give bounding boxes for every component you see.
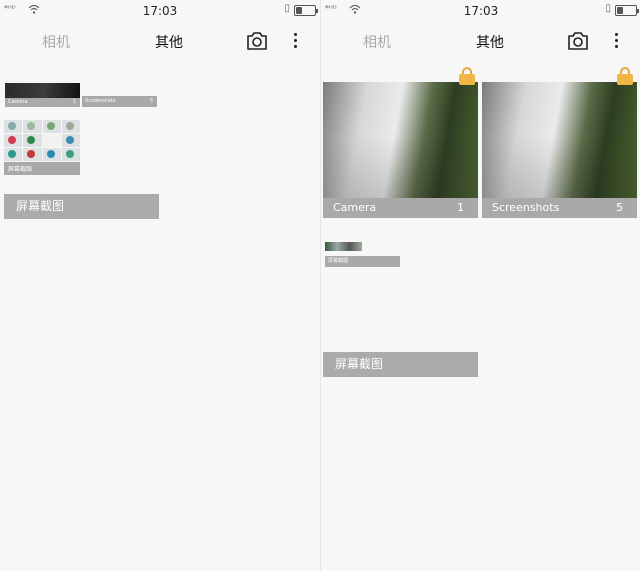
mini-album-count: 5 bbox=[149, 98, 153, 104]
screenshot-caption: 屏幕截图 bbox=[8, 166, 33, 173]
toolbar: 相机 其他 bbox=[0, 22, 320, 60]
vibrate-icon: ▯ bbox=[284, 3, 290, 14]
thumb-cell bbox=[61, 148, 80, 161]
small-screenshot-preview[interactable]: 屏幕截图 bbox=[325, 242, 400, 267]
tab-other[interactable]: 其他 bbox=[155, 32, 183, 52]
thumb-cell: 屏幕截图 bbox=[4, 162, 80, 175]
album-count: 5 bbox=[616, 201, 623, 214]
lock-icon bbox=[617, 67, 633, 85]
status-bar: *ᴴᴰ 17:03 ▯ bbox=[321, 0, 640, 22]
thumb-cell bbox=[42, 134, 61, 147]
thumb-cell bbox=[4, 148, 23, 161]
thumb-cell bbox=[23, 134, 42, 147]
right-screen: *ᴴᴰ 17:03 ▯ 相机 其他 Camera 1 Screenshots 5… bbox=[320, 0, 640, 571]
mini-album-screenshots[interactable]: Screenshots 5 bbox=[82, 96, 157, 107]
preview-image bbox=[325, 242, 362, 251]
thumb-cell bbox=[4, 134, 23, 147]
album-name: Camera bbox=[333, 201, 377, 214]
album-count: 1 bbox=[457, 201, 464, 214]
folder-screenshots[interactable]: 屏幕截图 bbox=[4, 194, 159, 219]
more-icon[interactable] bbox=[288, 30, 302, 52]
thumb-cell bbox=[42, 120, 61, 133]
left-screen: *ᴴᴰ 17:03 ▯ 相机 其他 Camera 1 Screenshots 5 bbox=[0, 0, 320, 571]
toolbar: 相机 其他 bbox=[321, 22, 640, 60]
more-icon[interactable] bbox=[609, 30, 623, 52]
mini-album-name: Camera bbox=[8, 99, 28, 105]
album-screenshots[interactable]: Screenshots 5 bbox=[482, 82, 637, 218]
camera-icon[interactable] bbox=[567, 31, 589, 51]
thumb-cell bbox=[23, 120, 42, 133]
album-name: Screenshots bbox=[492, 201, 560, 214]
tab-camera[interactable]: 相机 bbox=[42, 32, 70, 52]
battery-level bbox=[296, 7, 302, 14]
mini-album-count: 1 bbox=[72, 99, 76, 105]
thumb-cell bbox=[23, 148, 42, 161]
screenshot-thumbnail-grid[interactable]: 屏幕截图 bbox=[4, 120, 80, 175]
folder-label: 屏幕截图 bbox=[335, 357, 384, 371]
camera-icon[interactable] bbox=[246, 31, 268, 51]
preview-caption: 屏幕截图 bbox=[328, 258, 349, 264]
status-bar: *ᴴᴰ 17:03 ▯ bbox=[0, 0, 320, 22]
battery-level bbox=[617, 7, 623, 14]
tab-camera[interactable]: 相机 bbox=[363, 32, 391, 52]
clock: 17:03 bbox=[463, 4, 499, 18]
lock-icon bbox=[459, 67, 475, 85]
vibrate-icon: ▯ bbox=[605, 3, 611, 14]
tab-other[interactable]: 其他 bbox=[476, 32, 504, 52]
mini-album-name: Screenshots bbox=[85, 98, 116, 104]
clock: 17:03 bbox=[142, 4, 178, 18]
folder-screenshots[interactable]: 屏幕截图 bbox=[323, 352, 478, 377]
thumb-cell bbox=[42, 148, 61, 161]
battery-icon bbox=[615, 5, 639, 16]
thumb-cell bbox=[4, 120, 23, 133]
thumb-cell bbox=[61, 120, 80, 133]
mini-album-camera[interactable]: Camera 1 bbox=[5, 83, 80, 107]
album-camera[interactable]: Camera 1 bbox=[323, 82, 478, 218]
folder-label: 屏幕截图 bbox=[16, 199, 65, 213]
thumb-cell bbox=[61, 134, 80, 147]
battery-icon bbox=[294, 5, 318, 16]
